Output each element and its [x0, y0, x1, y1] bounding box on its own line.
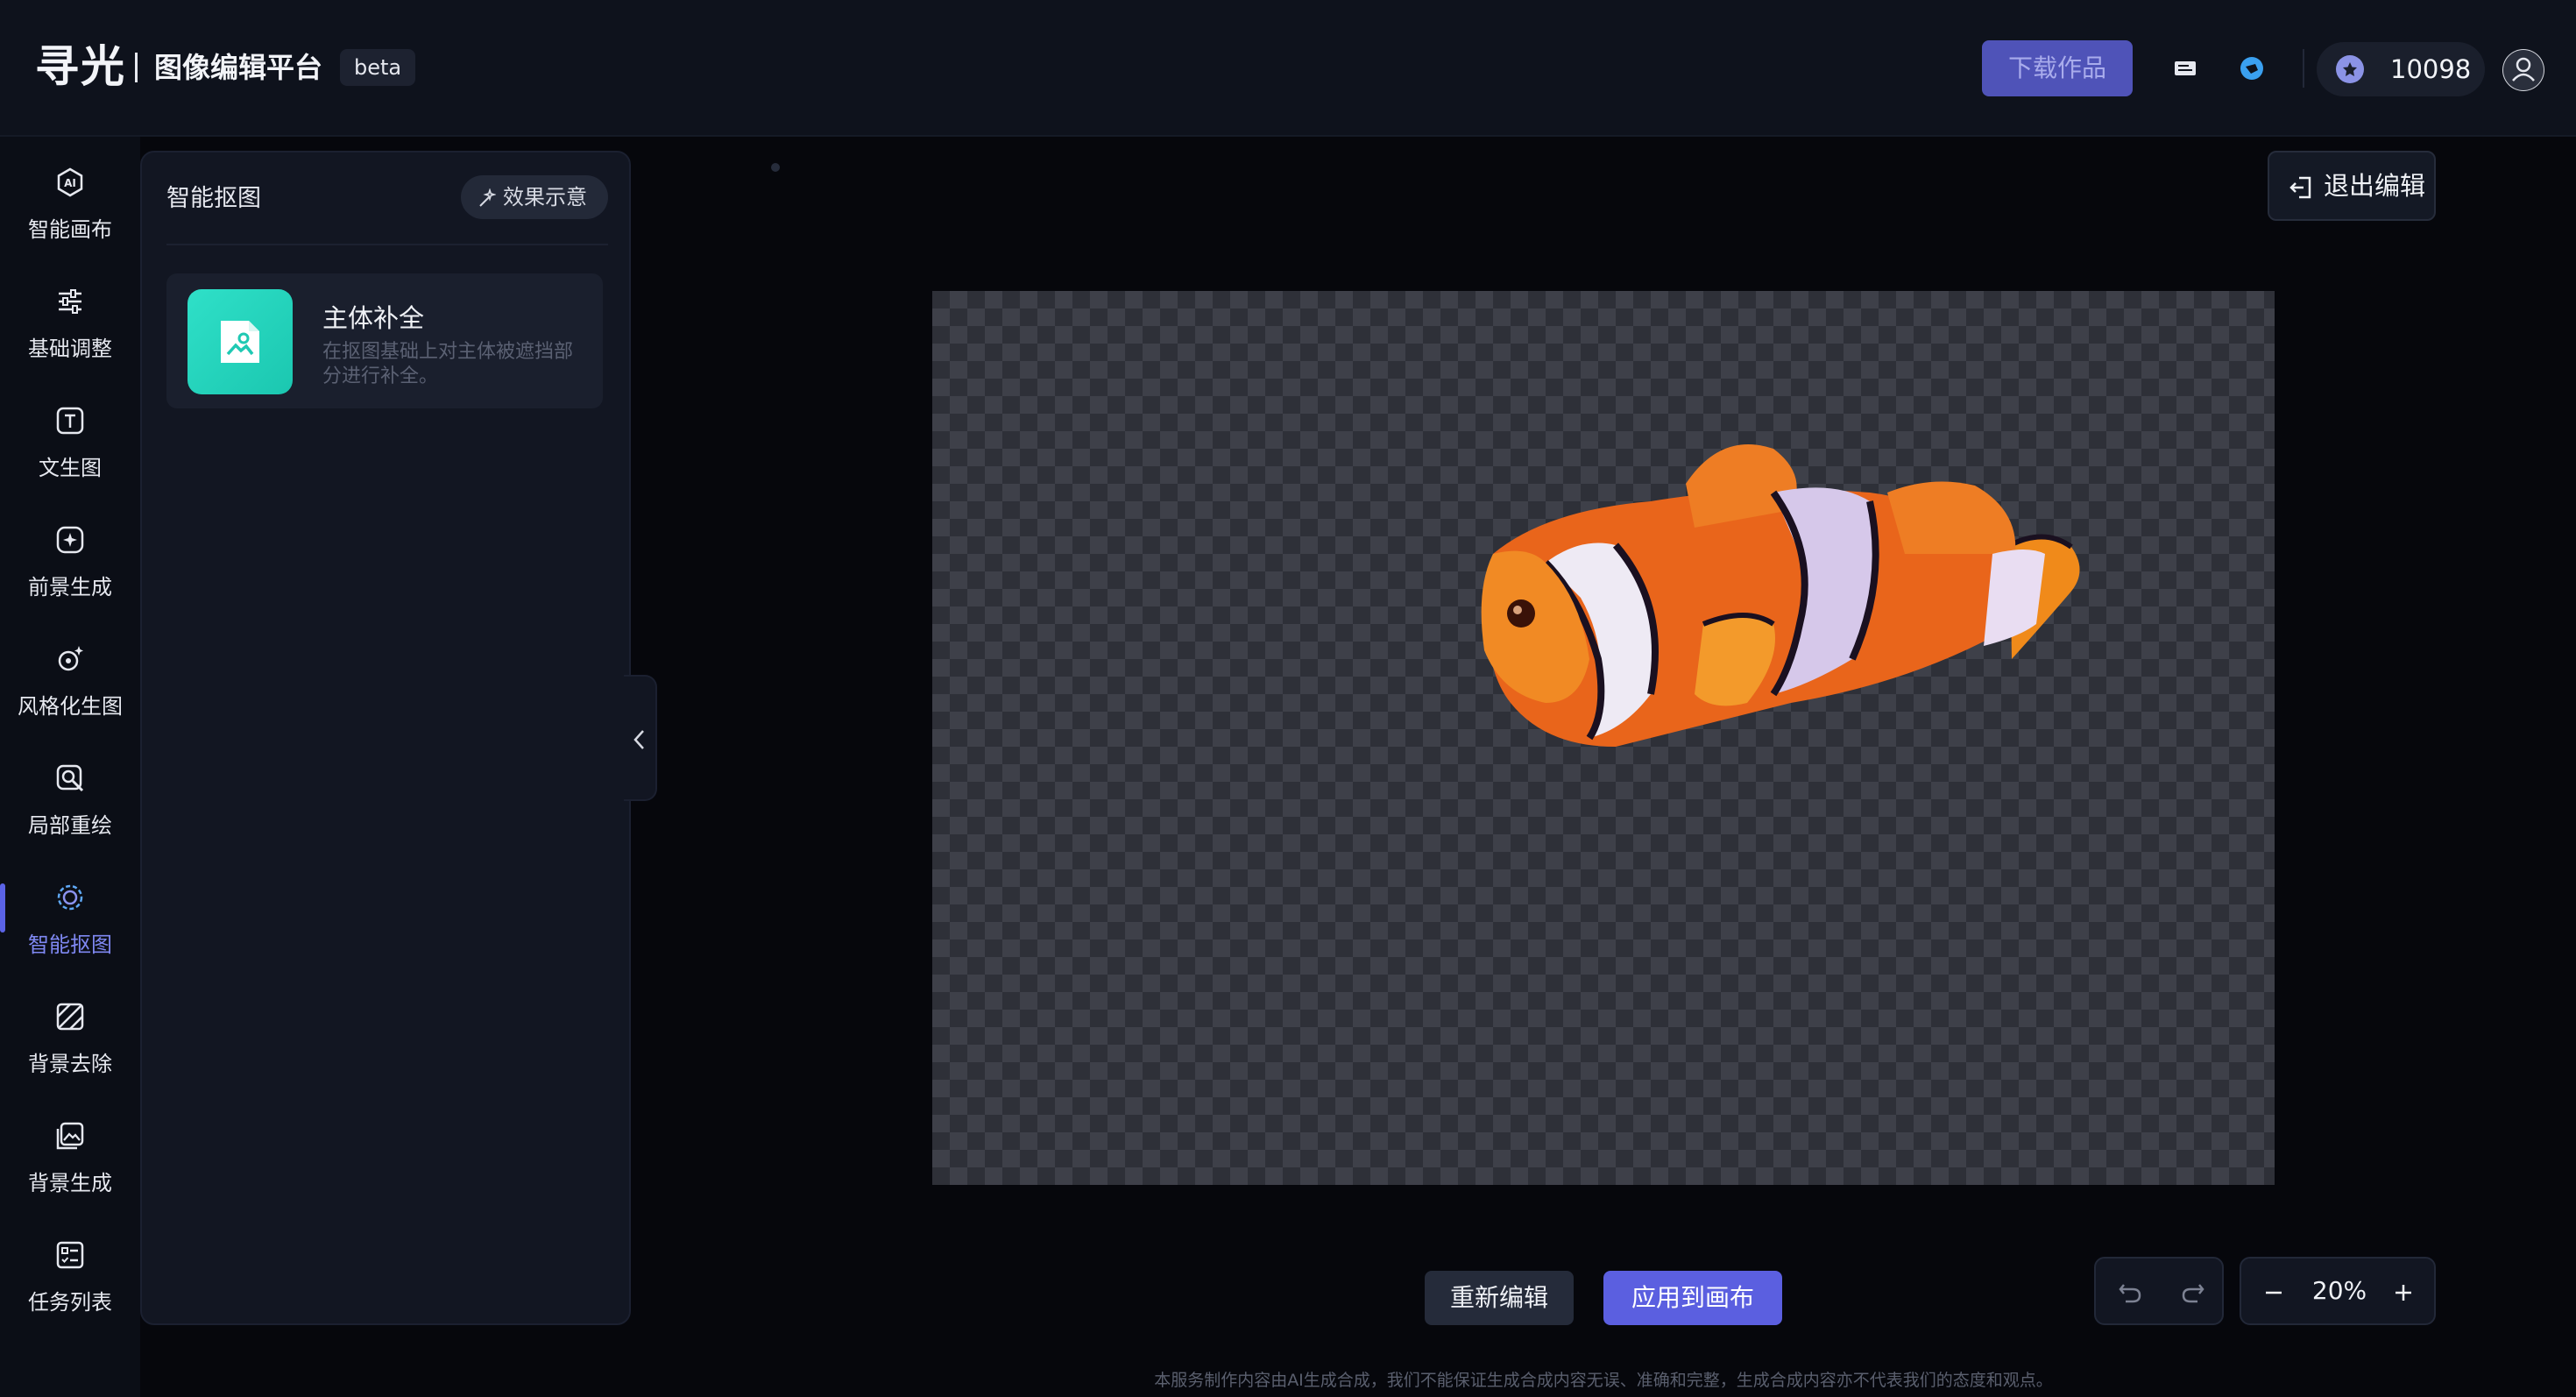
local-repaint-icon: [56, 764, 84, 792]
nav-item-style-gen[interactable]: 风格化生图: [0, 624, 140, 729]
nav-label: 风格化生图: [18, 694, 123, 719]
left-nav: AI 智能画布 基础调整 文生图 前景生成 风格化生图 局部重绘 智能抠图 背景…: [0, 137, 140, 1397]
svg-text:AI: AI: [64, 177, 76, 189]
credit-coin-icon: [2336, 55, 2364, 83]
logo[interactable]: 寻光: [35, 40, 126, 93]
nav-label: 智能画布: [28, 217, 112, 242]
feature-card-subject-completion[interactable]: 主体补全 在抠图基础上对主体被遮挡部分进行补全。: [166, 273, 603, 408]
sparkle-box-icon: [56, 526, 84, 554]
beta-badge: beta: [340, 49, 416, 86]
clownfish-image: [1481, 444, 2080, 747]
magic-wand-icon: [479, 188, 496, 207]
edit-canvas[interactable]: [932, 291, 2275, 1185]
redo-icon[interactable]: [2180, 1280, 2206, 1306]
text-box-icon: [56, 407, 84, 435]
apply-to-canvas-button[interactable]: 应用到画布: [1603, 1271, 1782, 1325]
feature-title: 主体补全: [322, 303, 425, 333]
nav-item-background-gen[interactable]: 背景生成: [0, 1101, 140, 1206]
background-remove-icon: [56, 1003, 84, 1031]
undo-icon[interactable]: [2117, 1280, 2143, 1306]
monitor-icon[interactable]: [2171, 54, 2199, 82]
download-button[interactable]: 下载作品: [1982, 40, 2133, 96]
panel-title: 智能抠图: [166, 185, 261, 212]
nav-item-smart-canvas[interactable]: AI 智能画布: [0, 147, 140, 252]
logo-divider: [135, 53, 138, 82]
nav-label: 前景生成: [28, 575, 112, 599]
nav-label: 文生图: [39, 456, 102, 480]
feature-description: 在抠图基础上对主体被遮挡部分进行补全。: [322, 341, 574, 387]
nav-item-task-list[interactable]: 任务列表: [0, 1220, 140, 1325]
nav-item-foreground-gen[interactable]: 前景生成: [0, 505, 140, 610]
nav-item-basic-adjust[interactable]: 基础调整: [0, 266, 140, 372]
zoom-controls: 20%: [2240, 1257, 2436, 1325]
nav-label: 任务列表: [28, 1290, 112, 1315]
user-icon[interactable]: [2502, 49, 2544, 91]
exit-edit-label: 退出编辑: [2324, 171, 2426, 201]
credits-value: 10098: [2390, 54, 2472, 84]
task-list-icon: [56, 1241, 84, 1269]
nav-item-smart-cutout[interactable]: 智能抠图: [0, 862, 140, 968]
nav-label: 智能抠图: [28, 933, 112, 957]
bird-icon[interactable]: [2238, 54, 2266, 82]
nav-item-background-remove[interactable]: 背景去除: [0, 982, 140, 1087]
background-generate-icon: [56, 1122, 84, 1150]
smart-cutout-icon: [57, 884, 83, 911]
exit-edit-button[interactable]: 退出编辑: [2268, 151, 2436, 221]
zoom-in-icon[interactable]: [2390, 1280, 2417, 1306]
credits-pill[interactable]: 10098: [2317, 42, 2485, 96]
top-divider: [2303, 49, 2304, 88]
sliders-icon: [59, 289, 81, 314]
nav-label: 基础调整: [28, 337, 112, 361]
canvas-marker-dot: [771, 163, 780, 172]
zoom-out-icon[interactable]: [2261, 1280, 2287, 1306]
nav-label: 背景生成: [28, 1171, 112, 1195]
zoom-level: 20%: [2311, 1276, 2367, 1305]
style-sparkle-icon: [58, 646, 83, 671]
nav-label: 背景去除: [28, 1052, 112, 1076]
history-controls: [2094, 1257, 2224, 1325]
nav-item-text-to-image[interactable]: 文生图: [0, 386, 140, 491]
app-title: 图像编辑平台: [154, 51, 323, 84]
top-bar: 寻光 图像编辑平台 beta 下载作品 10098: [0, 0, 2576, 137]
nav-item-local-repaint[interactable]: 局部重绘: [0, 743, 140, 848]
nav-label: 局部重绘: [28, 813, 112, 838]
exit-icon: [2289, 176, 2311, 199]
collapse-panel-button[interactable]: [624, 675, 657, 801]
ai-disclaimer: 本服务制作内容由AI生成合成，我们不能保证生成合成内容无误、准确和完整，生成合成…: [1154, 1371, 2053, 1390]
chevron-left-icon: [633, 730, 644, 749]
ai-hexagon-icon: AI: [57, 167, 83, 197]
demo-label: 效果示意: [503, 185, 587, 209]
panel-divider: [166, 244, 608, 245]
effect-demo-button[interactable]: 效果示意: [461, 175, 608, 219]
image-completion-icon: [188, 289, 293, 394]
reedit-button[interactable]: 重新编辑: [1425, 1271, 1574, 1325]
tool-panel: 智能抠图 效果示意 主体补全 在抠图基础上对主体被遮挡部分进行补全。: [140, 151, 631, 1325]
